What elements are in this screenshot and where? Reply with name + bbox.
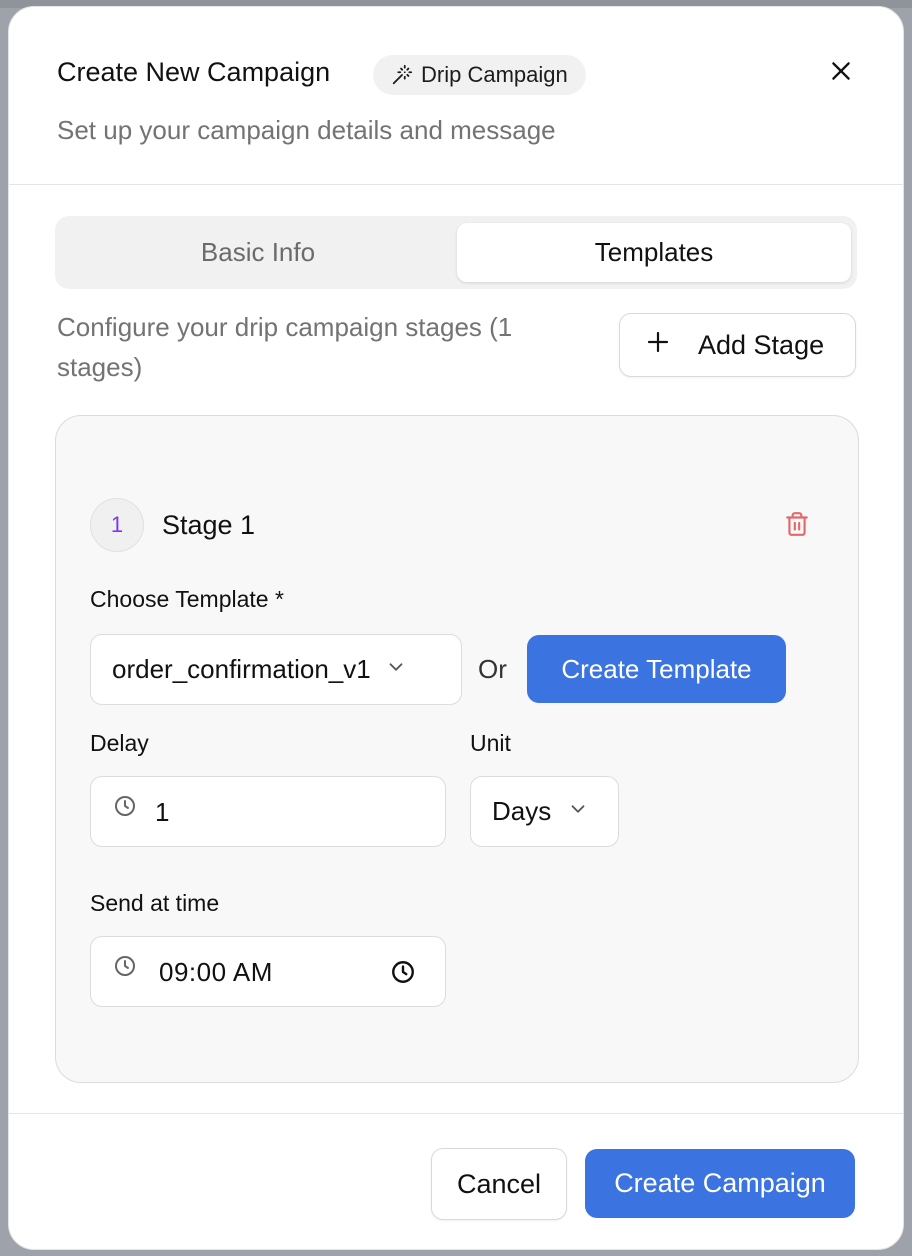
dialog-title: Create New Campaign — [57, 57, 331, 87]
clock-icon — [113, 794, 137, 825]
add-stage-button[interactable]: Add Stage — [619, 313, 856, 377]
create-campaign-dialog: Create New Campaign Drip Campaign Set up… — [8, 6, 904, 1250]
delete-stage-button[interactable] — [782, 510, 812, 542]
create-campaign-button[interactable]: Create Campaign — [585, 1149, 855, 1218]
send-time-value: 09:00 AM — [159, 957, 273, 987]
tab-basic-info[interactable]: Basic Info — [61, 223, 455, 282]
plus-icon — [646, 330, 670, 361]
template-select[interactable]: order_confirmation_v1 — [90, 634, 462, 705]
or-separator: Or — [478, 654, 507, 684]
tab-list: Basic Info Templates — [55, 216, 857, 289]
stages-description: Configure your drip campaign stages (1 s… — [57, 312, 513, 382]
unit-select-value: Days — [492, 796, 552, 826]
create-template-button[interactable]: Create Template — [527, 635, 786, 703]
dialog-subtitle: Set up your campaign details and message — [57, 115, 556, 145]
unit-select[interactable]: Days — [470, 776, 619, 847]
delay-input[interactable]: 1 — [90, 776, 446, 847]
send-time-input[interactable]: 09:00 AM — [90, 936, 446, 1007]
dialog-header: Create New Campaign Drip Campaign Set up… — [9, 7, 903, 185]
close-icon — [828, 58, 854, 89]
magic-wand-icon — [391, 64, 413, 86]
unit-label: Unit — [470, 730, 511, 756]
cancel-button[interactable]: Cancel — [431, 1148, 567, 1220]
campaign-type-badge: Drip Campaign — [373, 55, 586, 95]
campaign-type-label: Drip Campaign — [421, 62, 568, 87]
tab-templates[interactable]: Templates — [457, 223, 851, 282]
stage-card: 1 Stage 1 Choose Template * order_confir… — [55, 415, 859, 1083]
close-button[interactable] — [825, 57, 857, 89]
trash-icon — [784, 510, 810, 543]
add-stage-label: Add Stage — [698, 329, 825, 360]
send-time-label: Send at time — [90, 890, 220, 916]
delay-label: Delay — [90, 730, 149, 756]
chevron-down-icon — [567, 796, 589, 827]
stage-number-badge: 1 — [90, 498, 144, 552]
stage-title: Stage 1 — [162, 510, 256, 540]
template-select-value: order_confirmation_v1 — [112, 654, 371, 684]
template-label: Choose Template * — [90, 586, 284, 612]
dialog-footer: Cancel Create Campaign — [9, 1113, 903, 1249]
delay-value: 1 — [155, 797, 170, 827]
clock-icon — [113, 954, 137, 985]
time-picker-icon[interactable] — [390, 959, 416, 992]
chevron-down-icon — [385, 654, 407, 685]
